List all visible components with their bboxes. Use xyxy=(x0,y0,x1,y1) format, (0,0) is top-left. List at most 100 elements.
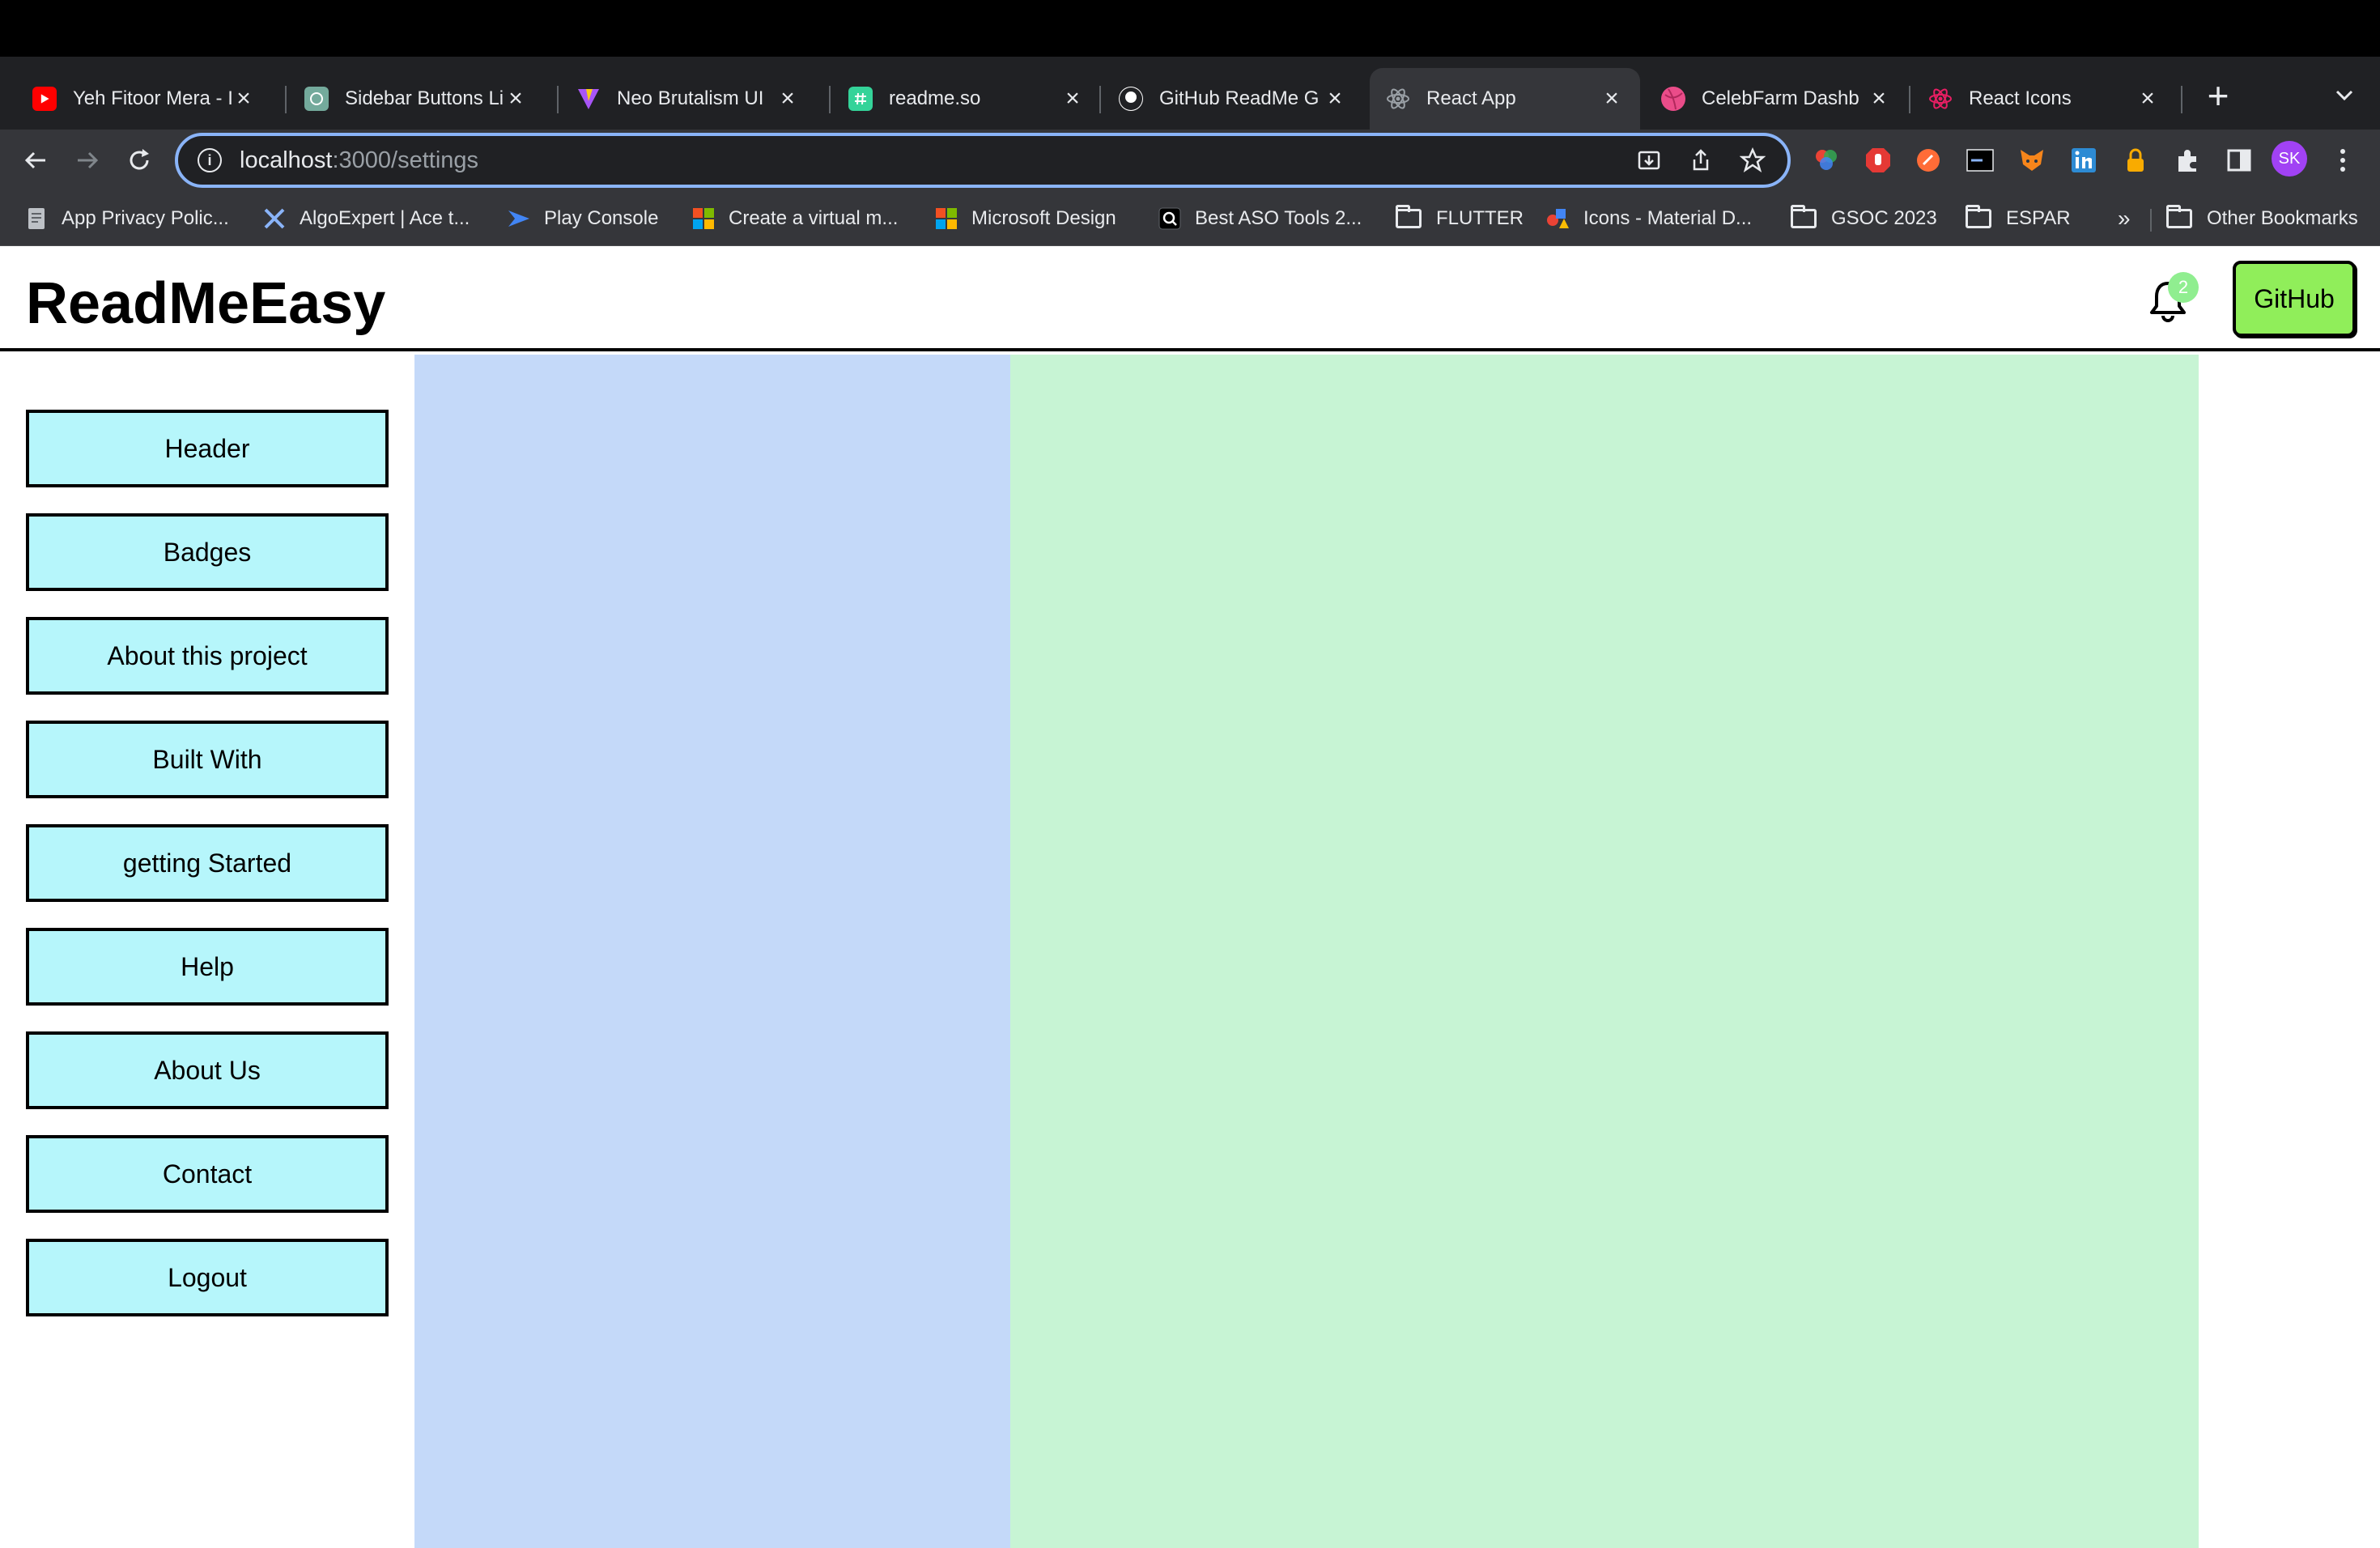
close-icon[interactable]: × xyxy=(1323,85,1347,112)
sidebar-button-logout[interactable]: Logout xyxy=(26,1239,389,1316)
tab-sidebar-buttons[interactable]: Sidebar Buttons Li × xyxy=(288,68,544,130)
profile-avatar[interactable]: SK xyxy=(2272,141,2307,176)
new-tab-button[interactable]: + xyxy=(2197,74,2239,117)
bookmark-label: FLUTTER xyxy=(1436,207,1524,229)
forward-button[interactable] xyxy=(65,138,110,183)
preview-panel xyxy=(1010,355,2199,1548)
bookmark-best-aso-tools[interactable]: Best ASO Tools 2... xyxy=(1158,202,1362,235)
tab-separator xyxy=(557,86,559,113)
terminal-extension-icon[interactable] xyxy=(1961,141,2000,180)
bookmark-star-icon[interactable] xyxy=(1736,142,1770,178)
sidebar-button-about-us[interactable]: About Us xyxy=(26,1031,389,1109)
browser-toolbar: i localhost :3000/settings xyxy=(0,130,2380,191)
bookmark-folder-espar[interactable]: ESPAR xyxy=(1966,202,2071,235)
bookmarks-overflow-button[interactable]: » xyxy=(2118,202,2131,235)
react-icon xyxy=(1928,87,1953,111)
url-host: localhost xyxy=(240,147,333,173)
tab-react-app[interactable]: React App × xyxy=(1370,68,1640,130)
metamask-extension-icon[interactable] xyxy=(2012,141,2051,180)
os-top-bar xyxy=(0,0,2380,57)
linkedin-extension-icon[interactable] xyxy=(2064,141,2103,180)
microsoft-icon xyxy=(691,206,716,231)
react-icon xyxy=(1386,87,1410,111)
lock-extension-icon[interactable] xyxy=(2116,141,2155,180)
tab-separator xyxy=(829,86,831,113)
tab-search-button[interactable] xyxy=(2323,74,2365,117)
tab-github-readme[interactable]: GitHub ReadMe G × xyxy=(1103,68,1363,130)
tab-title: Sidebar Buttons Li xyxy=(345,87,504,109)
share-icon[interactable] xyxy=(1684,142,1718,178)
bookmark-play-console[interactable]: Play Console xyxy=(507,202,658,235)
side-panel-icon[interactable] xyxy=(2220,141,2259,180)
document-icon xyxy=(24,206,49,231)
bookmark-material-icons[interactable]: Icons - Material D... xyxy=(1546,202,1752,235)
play-console-icon xyxy=(507,206,531,231)
folder-icon xyxy=(1396,205,1422,228)
github-button[interactable]: GitHub xyxy=(2233,261,2356,337)
close-icon[interactable]: × xyxy=(2136,85,2160,112)
tab-separator xyxy=(285,86,287,113)
tab-yeh-fitoor-mera[interactable]: Yeh Fitoor Mera - I × xyxy=(16,68,272,130)
tab-title: Yeh Fitoor Mera - I xyxy=(73,87,232,109)
sidebar-button-about-project[interactable]: About this project xyxy=(26,617,389,695)
bookmark-label: Microsoft Design xyxy=(971,207,1116,229)
address-bar[interactable]: i localhost :3000/settings xyxy=(175,133,1791,188)
bookmark-folder-flutter[interactable]: FLUTTER xyxy=(1396,202,1524,235)
folder-icon xyxy=(1966,205,1991,228)
sidebar-button-help[interactable]: Help xyxy=(26,928,389,1006)
microsoft-icon xyxy=(934,206,958,231)
tab-readme-so[interactable]: readme.so × xyxy=(832,68,1101,130)
close-icon[interactable]: × xyxy=(504,85,528,112)
chatgpt-icon xyxy=(304,87,329,111)
tab-celebfarm-dashboard[interactable]: CelebFarm Dashb × xyxy=(1645,68,1907,130)
bookmark-label: Best ASO Tools 2... xyxy=(1195,207,1362,229)
postman-extension-icon[interactable] xyxy=(1909,141,1948,180)
sidebar-button-header[interactable]: Header xyxy=(26,410,389,487)
sidebar-button-contact[interactable]: Contact xyxy=(26,1135,389,1213)
app-header: ReadMeEasy 2 GitHub xyxy=(0,246,2380,351)
bookmark-folder-gsoc[interactable]: GSOC 2023 xyxy=(1791,202,1937,235)
extensions-puzzle-icon[interactable] xyxy=(2168,141,2207,180)
install-app-icon[interactable] xyxy=(1632,142,1666,178)
tab-title: readme.so xyxy=(889,87,981,109)
sidebar-button-badges[interactable]: Badges xyxy=(26,513,389,591)
sidebar-button-built-with[interactable]: Built With xyxy=(26,721,389,798)
close-icon[interactable]: × xyxy=(232,85,256,112)
bookmark-microsoft-design[interactable]: Microsoft Design xyxy=(934,202,1116,235)
tab-title: GitHub ReadMe G xyxy=(1159,87,1320,109)
tab-title: React Icons xyxy=(1969,87,2072,109)
folder-icon xyxy=(1791,205,1817,228)
site-info-icon[interactable]: i xyxy=(198,148,222,172)
bookmark-create-virtual[interactable]: Create a virtual m... xyxy=(691,202,898,235)
tab-neo-brutalism-ui[interactable]: Neo Brutalism UI × xyxy=(560,68,816,130)
material-icon xyxy=(1546,206,1570,231)
algoexpert-icon xyxy=(262,206,287,231)
bookmark-label: Play Console xyxy=(544,207,659,229)
close-icon[interactable]: × xyxy=(1060,85,1085,112)
sidebar: Header Badges About this project Built W… xyxy=(0,355,414,1548)
tab-separator xyxy=(1099,86,1101,113)
bookmark-algoexpert[interactable]: AlgoExpert | Ace t... xyxy=(262,202,470,235)
folder-icon xyxy=(2166,205,2192,228)
bookmark-app-privacy[interactable]: App Privacy Polic... xyxy=(24,202,229,235)
reload-button[interactable] xyxy=(117,138,162,183)
sidebar-button-getting-started[interactable]: getting Started xyxy=(26,824,389,902)
youtube-icon xyxy=(32,87,57,111)
vite-icon xyxy=(576,87,601,111)
close-icon[interactable]: × xyxy=(1867,85,1891,112)
right-gutter xyxy=(2199,355,2380,1548)
tab-react-icons[interactable]: React Icons × xyxy=(1912,68,2176,130)
bookmark-label: GSOC 2023 xyxy=(1831,207,1937,229)
dribbble-icon xyxy=(1661,87,1685,111)
close-icon[interactable]: × xyxy=(776,85,800,112)
browser-menu-icon[interactable] xyxy=(2323,141,2362,180)
tab-title: Neo Brutalism UI xyxy=(617,87,764,109)
bookmark-label: Icons - Material D... xyxy=(1583,207,1753,229)
back-button[interactable] xyxy=(13,138,58,183)
close-icon[interactable]: × xyxy=(1600,85,1624,112)
color-picker-extension-icon[interactable] xyxy=(1807,141,1846,180)
other-bookmarks-folder[interactable]: Other Bookmarks xyxy=(2166,202,2358,235)
tab-separator xyxy=(2181,86,2182,113)
adblock-extension-icon[interactable] xyxy=(1859,141,1898,180)
bookmark-label: ESPAR xyxy=(2006,207,2071,229)
